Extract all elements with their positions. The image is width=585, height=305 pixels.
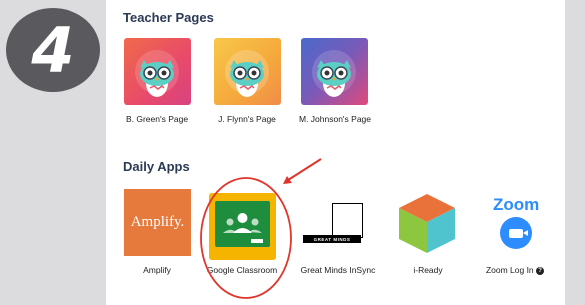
- teacher-page-tile-flynn[interactable]: [214, 38, 281, 105]
- content-panel: Teacher Pages B. Green's Page J. Flynn's…: [106, 0, 565, 305]
- google-classroom-icon: [215, 201, 270, 247]
- zoom-tile[interactable]: Zoom: [483, 193, 550, 260]
- great-minds-label[interactable]: Great Minds InSync: [292, 265, 384, 275]
- teacher-page-label[interactable]: M. Johnson's Page: [297, 114, 373, 124]
- amplify-label[interactable]: Amplify: [111, 265, 203, 275]
- teacher-pages-heading: Teacher Pages: [123, 10, 214, 25]
- amplify-logo: Amplify.: [130, 214, 185, 230]
- daily-apps-heading: Daily Apps: [123, 159, 190, 174]
- i-ready-cube-icon: [399, 194, 455, 253]
- step-number-badge: 4: [6, 8, 100, 92]
- help-icon[interactable]: ?: [536, 266, 545, 275]
- owl-icon: [135, 50, 179, 97]
- video-camera-icon: [509, 228, 528, 238]
- great-minds-tile[interactable]: GREAT MINDS: [303, 193, 373, 251]
- teacher-page-tile-johnson[interactable]: [301, 38, 368, 105]
- zoom-login-text: Zoom Log In: [485, 265, 534, 275]
- google-classroom-tile[interactable]: [209, 193, 276, 260]
- google-classroom-label[interactable]: Google Classroom: [196, 265, 288, 275]
- owl-icon: [312, 50, 356, 97]
- i-ready-label[interactable]: i-Ready: [382, 265, 474, 275]
- great-minds-box: [332, 203, 363, 238]
- i-ready-tile[interactable]: [394, 190, 461, 257]
- teacher-page-tile-green[interactable]: [124, 38, 191, 105]
- amplify-tile[interactable]: Amplify.: [124, 189, 191, 256]
- teacher-page-label[interactable]: J. Flynn's Page: [201, 114, 293, 124]
- owl-icon: [225, 50, 269, 97]
- great-minds-logo: GREAT MINDS: [303, 235, 361, 243]
- teacher-page-label[interactable]: B. Green's Page: [111, 114, 203, 124]
- zoom-icon: [500, 217, 532, 249]
- zoom-wordmark: Zoom: [493, 195, 540, 214]
- step-number: 4: [31, 14, 75, 87]
- zoom-login-label[interactable]: Zoom Log In ?: [469, 265, 561, 275]
